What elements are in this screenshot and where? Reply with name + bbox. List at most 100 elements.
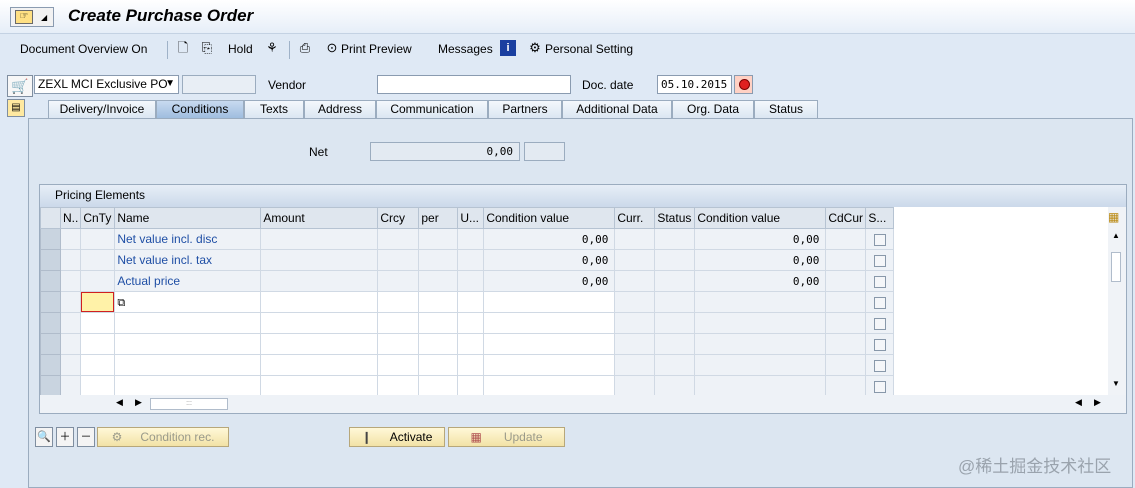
doc-date-input[interactable]: 05.10.2015: [657, 75, 732, 94]
vendor-input[interactable]: [377, 75, 571, 94]
cell-condition-value[interactable]: [483, 354, 616, 376]
document-type-select[interactable]: ZEXL MCI Exclusive PO ▼: [34, 75, 179, 94]
insert-row-icon[interactable]: ＋: [56, 427, 74, 447]
row-selector[interactable]: [40, 354, 61, 376]
scroll-down-icon[interactable]: ▼: [1112, 379, 1120, 388]
column-header[interactable]: S...: [865, 207, 895, 229]
delete-row-icon[interactable]: －: [77, 427, 95, 447]
statistical-checkbox[interactable]: [874, 296, 887, 309]
condition-rec-button[interactable]: ⚙ Condition rec.: [97, 427, 229, 447]
personal-setting-button[interactable]: Personal Setting: [545, 42, 633, 56]
tab-delivery-invoice[interactable]: Delivery/Invoice: [48, 100, 156, 118]
check-icon[interactable]: ⚘: [264, 40, 280, 56]
cell-condition-value[interactable]: [483, 375, 616, 397]
cell-cnty[interactable]: [80, 354, 116, 376]
scroll-left-icon[interactable]: ◀: [116, 397, 123, 408]
row-selector[interactable]: [40, 375, 61, 397]
tab-conditions[interactable]: Conditions: [156, 100, 244, 118]
condition-type-input[interactable]: [81, 292, 114, 312]
cell-condition-value[interactable]: [483, 312, 616, 334]
hold-button[interactable]: Hold: [228, 42, 253, 56]
shopping-cart-icon[interactable]: 🛒: [7, 75, 33, 97]
cell-condition-value[interactable]: [483, 291, 616, 313]
row-selector-header[interactable]: [40, 207, 61, 229]
cell-crcy[interactable]: [377, 312, 420, 334]
row-selector[interactable]: [40, 270, 61, 292]
column-header[interactable]: Amount: [260, 207, 379, 229]
cell-cnty[interactable]: [80, 312, 116, 334]
scroll-thumb[interactable]: :::: [150, 398, 228, 410]
column-header[interactable]: Status: [654, 207, 696, 229]
statistical-checkbox[interactable]: [874, 254, 887, 267]
new-document-icon[interactable]: 🗋: [175, 40, 191, 56]
column-header[interactable]: CnTy: [80, 207, 116, 229]
statistical-checkbox[interactable]: [874, 380, 887, 393]
cell-uom[interactable]: [457, 375, 485, 397]
tab-communication[interactable]: Communication: [376, 100, 488, 118]
scroll-up-icon[interactable]: ▲: [1112, 231, 1120, 240]
column-header[interactable]: Condition value: [694, 207, 827, 229]
condition-detail-icon[interactable]: 🔍: [35, 427, 53, 447]
cell-uom[interactable]: [457, 354, 485, 376]
row-selector[interactable]: [40, 249, 61, 271]
record-button[interactable]: [734, 75, 753, 94]
row-selector[interactable]: [40, 291, 61, 313]
cell-amount[interactable]: [260, 333, 379, 355]
cell-amount[interactable]: [260, 354, 379, 376]
update-button[interactable]: ▦ Update: [448, 427, 565, 447]
tab-org-data[interactable]: Org. Data: [672, 100, 754, 118]
statistical-checkbox[interactable]: [874, 233, 887, 246]
cell-name[interactable]: [114, 312, 262, 334]
column-header[interactable]: N..: [59, 207, 82, 229]
column-header[interactable]: U...: [457, 207, 485, 229]
tab-additional-data[interactable]: Additional Data: [562, 100, 672, 118]
copy-icon[interactable]: ⧉: [117, 297, 125, 309]
tab-status[interactable]: Status: [754, 100, 818, 118]
chevron-down-icon[interactable]: ▼: [165, 78, 175, 89]
cell-crcy[interactable]: [377, 375, 420, 397]
cell-per[interactable]: [418, 375, 459, 397]
document-overview-button[interactable]: Document Overview On: [20, 42, 147, 56]
column-header[interactable]: per: [418, 207, 459, 229]
vertical-scrollbar[interactable]: ▲ ▼: [1108, 207, 1126, 397]
statistical-checkbox[interactable]: [874, 338, 887, 351]
cell-uom[interactable]: [457, 312, 485, 334]
activate-button[interactable]: ❙ Activate: [349, 427, 445, 447]
scroll-thumb[interactable]: [1111, 252, 1121, 282]
cell-crcy[interactable]: [377, 354, 420, 376]
table-settings-icon[interactable]: ▦: [1108, 210, 1124, 226]
statistical-checkbox[interactable]: [874, 359, 887, 372]
cell-cnty[interactable]: [80, 375, 116, 397]
cell-uom[interactable]: [457, 291, 485, 313]
cell-crcy[interactable]: [377, 333, 420, 355]
messages-button[interactable]: Messages: [438, 42, 493, 56]
collapse-header-icon[interactable]: ▤: [7, 99, 25, 117]
column-header[interactable]: Name: [114, 207, 262, 229]
column-header[interactable]: Condition value: [483, 207, 616, 229]
info-icon[interactable]: i: [500, 40, 516, 56]
horizontal-scrollbar[interactable]: ◀ ▶ ::: ◀ ▶: [40, 395, 1126, 413]
scroll-right-icon[interactable]: ▶: [1094, 397, 1101, 408]
cell-condition-value[interactable]: [483, 333, 616, 355]
column-header[interactable]: Curr.: [614, 207, 656, 229]
cell-amount[interactable]: [260, 375, 379, 397]
cell-per[interactable]: [418, 291, 459, 313]
print-icon[interactable]: ⎙: [297, 40, 313, 56]
row-selector[interactable]: [40, 312, 61, 334]
cell-per[interactable]: [418, 333, 459, 355]
scroll-right-icon[interactable]: ▶: [135, 397, 142, 408]
cell-name[interactable]: [114, 333, 262, 355]
cell-crcy[interactable]: [377, 291, 420, 313]
cell-name[interactable]: [114, 354, 262, 376]
row-selector[interactable]: [40, 228, 61, 250]
cell-amount[interactable]: [260, 312, 379, 334]
column-header[interactable]: CdCur: [825, 207, 867, 229]
menu-button[interactable]: ☞ ◢: [10, 7, 54, 27]
statistical-checkbox[interactable]: [874, 275, 887, 288]
cell-amount[interactable]: [260, 291, 379, 313]
other-document-icon[interactable]: ⎘: [199, 40, 215, 56]
tab-address[interactable]: Address: [304, 100, 376, 118]
scroll-left-icon[interactable]: ◀: [1075, 397, 1082, 408]
print-preview-button[interactable]: Print Preview: [341, 42, 412, 56]
column-header[interactable]: Crcy: [377, 207, 420, 229]
